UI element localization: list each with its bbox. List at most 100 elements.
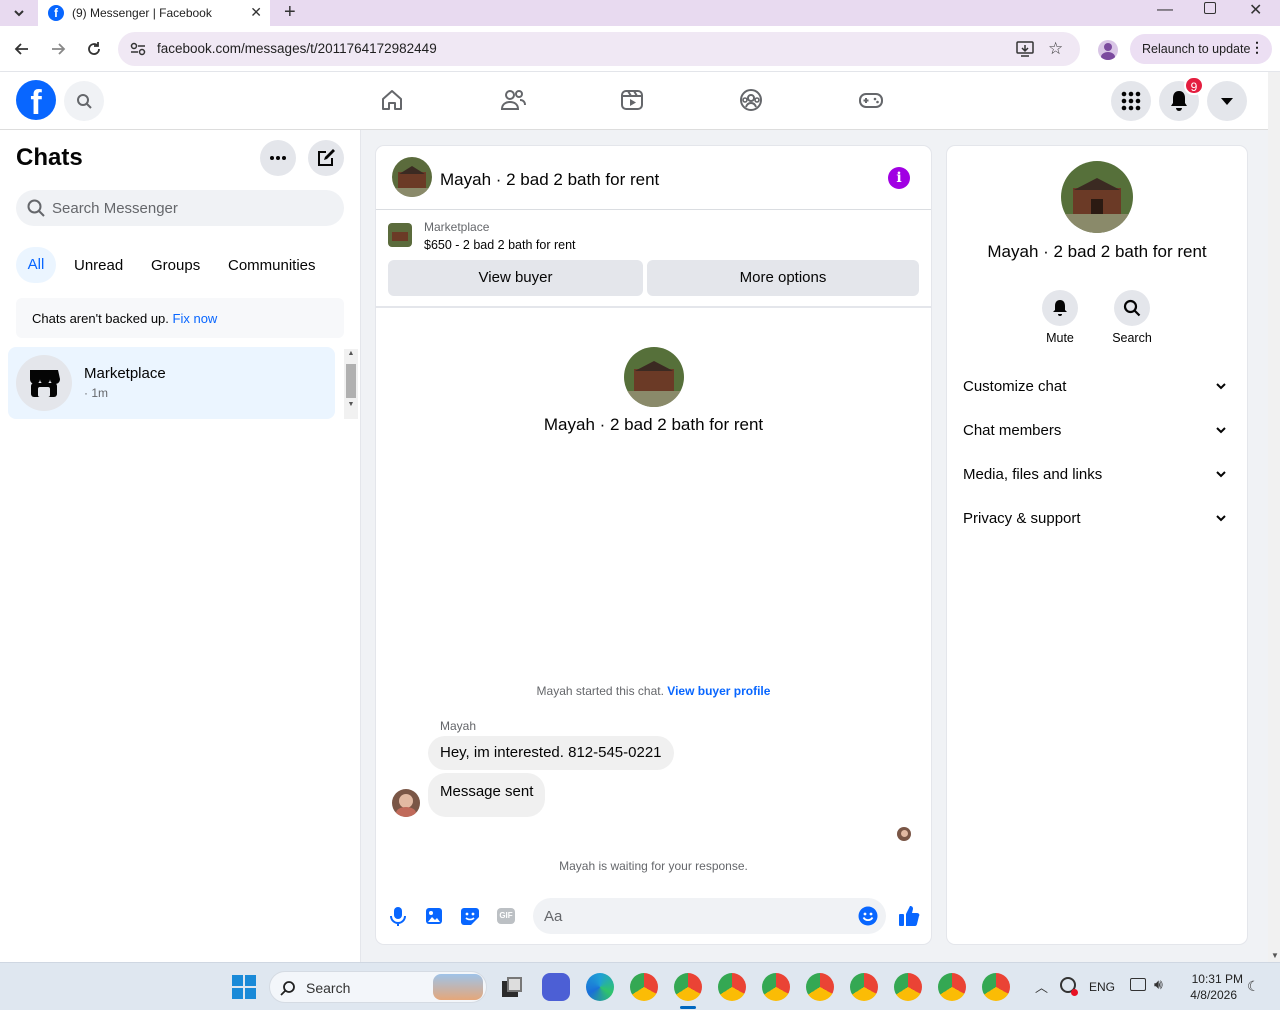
task-view-icon[interactable] <box>498 973 526 1001</box>
back-icon[interactable] <box>12 39 32 59</box>
chrome-icon[interactable] <box>630 973 658 1001</box>
chrome-active-icon[interactable] <box>674 973 702 1001</box>
chrome-icon[interactable] <box>982 973 1010 1001</box>
chat-started-text: Mayah started this chat. <box>536 684 664 698</box>
scroll-down-icon[interactable]: ▼ <box>1271 951 1279 960</box>
menu-button[interactable] <box>1111 81 1151 121</box>
conversation-avatar[interactable] <box>392 157 432 197</box>
chrome-icon[interactable] <box>894 973 922 1001</box>
filter-unread[interactable]: Unread <box>74 257 123 274</box>
sender-avatar[interactable] <box>392 789 420 817</box>
taskbar-search-box[interactable]: Search <box>269 971 487 1003</box>
taskbar-time[interactable]: 10:31 PM <box>1183 972 1243 986</box>
message-placeholder: Aa <box>544 908 563 925</box>
more-options-button[interactable]: More options <box>647 260 919 296</box>
privacy-support-section[interactable]: Privacy & support <box>963 510 1233 527</box>
section-label: Privacy & support <box>963 510 1081 527</box>
emoji-icon[interactable] <box>858 906 878 926</box>
mute-button[interactable] <box>1042 290 1078 326</box>
windows-start-icon[interactable] <box>232 975 256 999</box>
restore-icon[interactable] <box>1204 2 1216 14</box>
chrome-icon[interactable] <box>850 973 878 1001</box>
search-icon <box>280 981 295 996</box>
site-info-icon[interactable] <box>130 42 146 56</box>
account-button[interactable] <box>1207 81 1247 121</box>
chat-list-item[interactable]: Marketplace · 1m <box>8 347 335 419</box>
conversation-panel: Mayah · 2 bad 2 bath for rent i Marketpl… <box>376 146 931 944</box>
message-input[interactable]: Aa <box>533 898 886 934</box>
url-text: facebook.com/messages/t/2011764172982449 <box>157 41 437 56</box>
filter-groups[interactable]: Groups <box>151 257 200 274</box>
new-message-button[interactable] <box>308 140 344 176</box>
apps-grid-icon <box>1121 91 1141 111</box>
waiting-notice: Mayah is waiting for your response. <box>559 859 748 873</box>
volume-icon[interactable]: 🔊︎ <box>1154 976 1163 993</box>
fix-now-link[interactable]: Fix now <box>173 311 218 326</box>
search-button[interactable] <box>64 81 104 121</box>
profile-icon[interactable] <box>1098 40 1118 60</box>
chevron-down-icon <box>1216 471 1226 478</box>
chrome-icon[interactable] <box>938 973 966 1001</box>
address-bar[interactable]: facebook.com/messages/t/2011764172982449… <box>118 32 1080 66</box>
search-messenger-input[interactable]: Search Messenger <box>16 190 344 226</box>
chrome-icon[interactable] <box>762 973 790 1001</box>
conversation-info-icon[interactable]: i <box>888 167 910 189</box>
message-bubble[interactable]: Message sent <box>428 773 546 817</box>
notification-badge: 9 <box>1184 76 1204 95</box>
filter-all[interactable]: All <box>16 247 56 283</box>
bookmark-star-icon[interactable]: ☆ <box>1048 39 1063 59</box>
relaunch-to-update-button[interactable]: Relaunch to update ⋮ <box>1130 34 1272 64</box>
customize-chat-section[interactable]: Customize chat <box>963 378 1233 395</box>
page-scrollbar[interactable]: ▼ <box>1268 72 1280 962</box>
chat-members-section[interactable]: Chat members <box>963 422 1233 439</box>
friends-icon[interactable] <box>500 88 526 112</box>
watch-icon[interactable] <box>620 88 644 112</box>
details-avatar[interactable] <box>1061 161 1133 233</box>
sticker-icon[interactable] <box>460 907 480 925</box>
photo-icon[interactable] <box>425 907 443 925</box>
chrome-icon[interactable] <box>718 973 746 1001</box>
facebook-logo-icon[interactable]: f <box>16 80 56 120</box>
home-icon[interactable] <box>380 88 404 112</box>
conversation-title[interactable]: Mayah · 2 bad 2 bath for rent <box>440 170 659 190</box>
teams-chat-icon[interactable] <box>542 973 570 1001</box>
chats-options-button[interactable] <box>260 140 296 176</box>
taskbar-search-label: Search <box>306 980 351 996</box>
edge-browser-icon[interactable] <box>586 973 614 1001</box>
language-indicator[interactable]: ENG <box>1089 980 1115 994</box>
section-label: Media, files and links <box>963 466 1103 483</box>
show-hidden-icons-chevron-icon[interactable]: ︿ <box>1035 977 1048 996</box>
view-buyer-profile-link[interactable]: View buyer profile <box>667 684 770 698</box>
active-app-indicator <box>680 1006 696 1009</box>
chat-list-scrollbar[interactable]: ▲ ▼ <box>344 349 358 419</box>
thumbs-up-icon[interactable] <box>898 905 920 927</box>
tab-title: (9) Messenger | Facebook <box>72 6 212 20</box>
window-close-icon[interactable]: ✕ <box>1249 0 1262 20</box>
reload-icon[interactable] <box>84 39 104 59</box>
taskbar-date[interactable]: 4/8/2026 <box>1183 988 1237 1002</box>
media-files-links-section[interactable]: Media, files and links <box>963 466 1233 483</box>
kebab-menu-icon[interactable]: ⋮ <box>1250 39 1264 56</box>
do-not-disturb-moon-icon[interactable]: ☾ <box>1247 978 1260 995</box>
tab-search-chevron-icon[interactable] <box>8 4 30 22</box>
filter-communities[interactable]: Communities <box>228 257 316 274</box>
browser-tab[interactable]: f (9) Messenger | Facebook ✕ <box>38 0 270 26</box>
search-in-conversation-button[interactable] <box>1114 290 1150 326</box>
bell-icon <box>1171 91 1187 111</box>
message-bubble[interactable]: Hey, im interested. 812-545-0221 <box>428 736 674 770</box>
chrome-icon[interactable] <box>806 973 834 1001</box>
network-icon[interactable] <box>1130 978 1146 991</box>
view-buyer-button[interactable]: View buyer <box>388 260 643 296</box>
new-tab-icon[interactable]: + <box>284 1 296 24</box>
minimize-icon[interactable]: — <box>1157 1 1173 19</box>
gaming-icon[interactable] <box>858 88 884 112</box>
profile-avatar-large[interactable] <box>624 347 684 407</box>
microphone-icon[interactable] <box>389 906 407 926</box>
marketplace-avatar <box>16 355 72 411</box>
install-app-icon[interactable] <box>1016 40 1034 58</box>
tab-close-icon[interactable]: ✕ <box>250 4 262 21</box>
forward-icon[interactable] <box>48 39 68 59</box>
listing-summary: $650 - 2 bad 2 bath for rent <box>424 238 576 252</box>
gif-icon[interactable]: GIF <box>497 908 515 924</box>
groups-icon[interactable] <box>739 88 763 112</box>
